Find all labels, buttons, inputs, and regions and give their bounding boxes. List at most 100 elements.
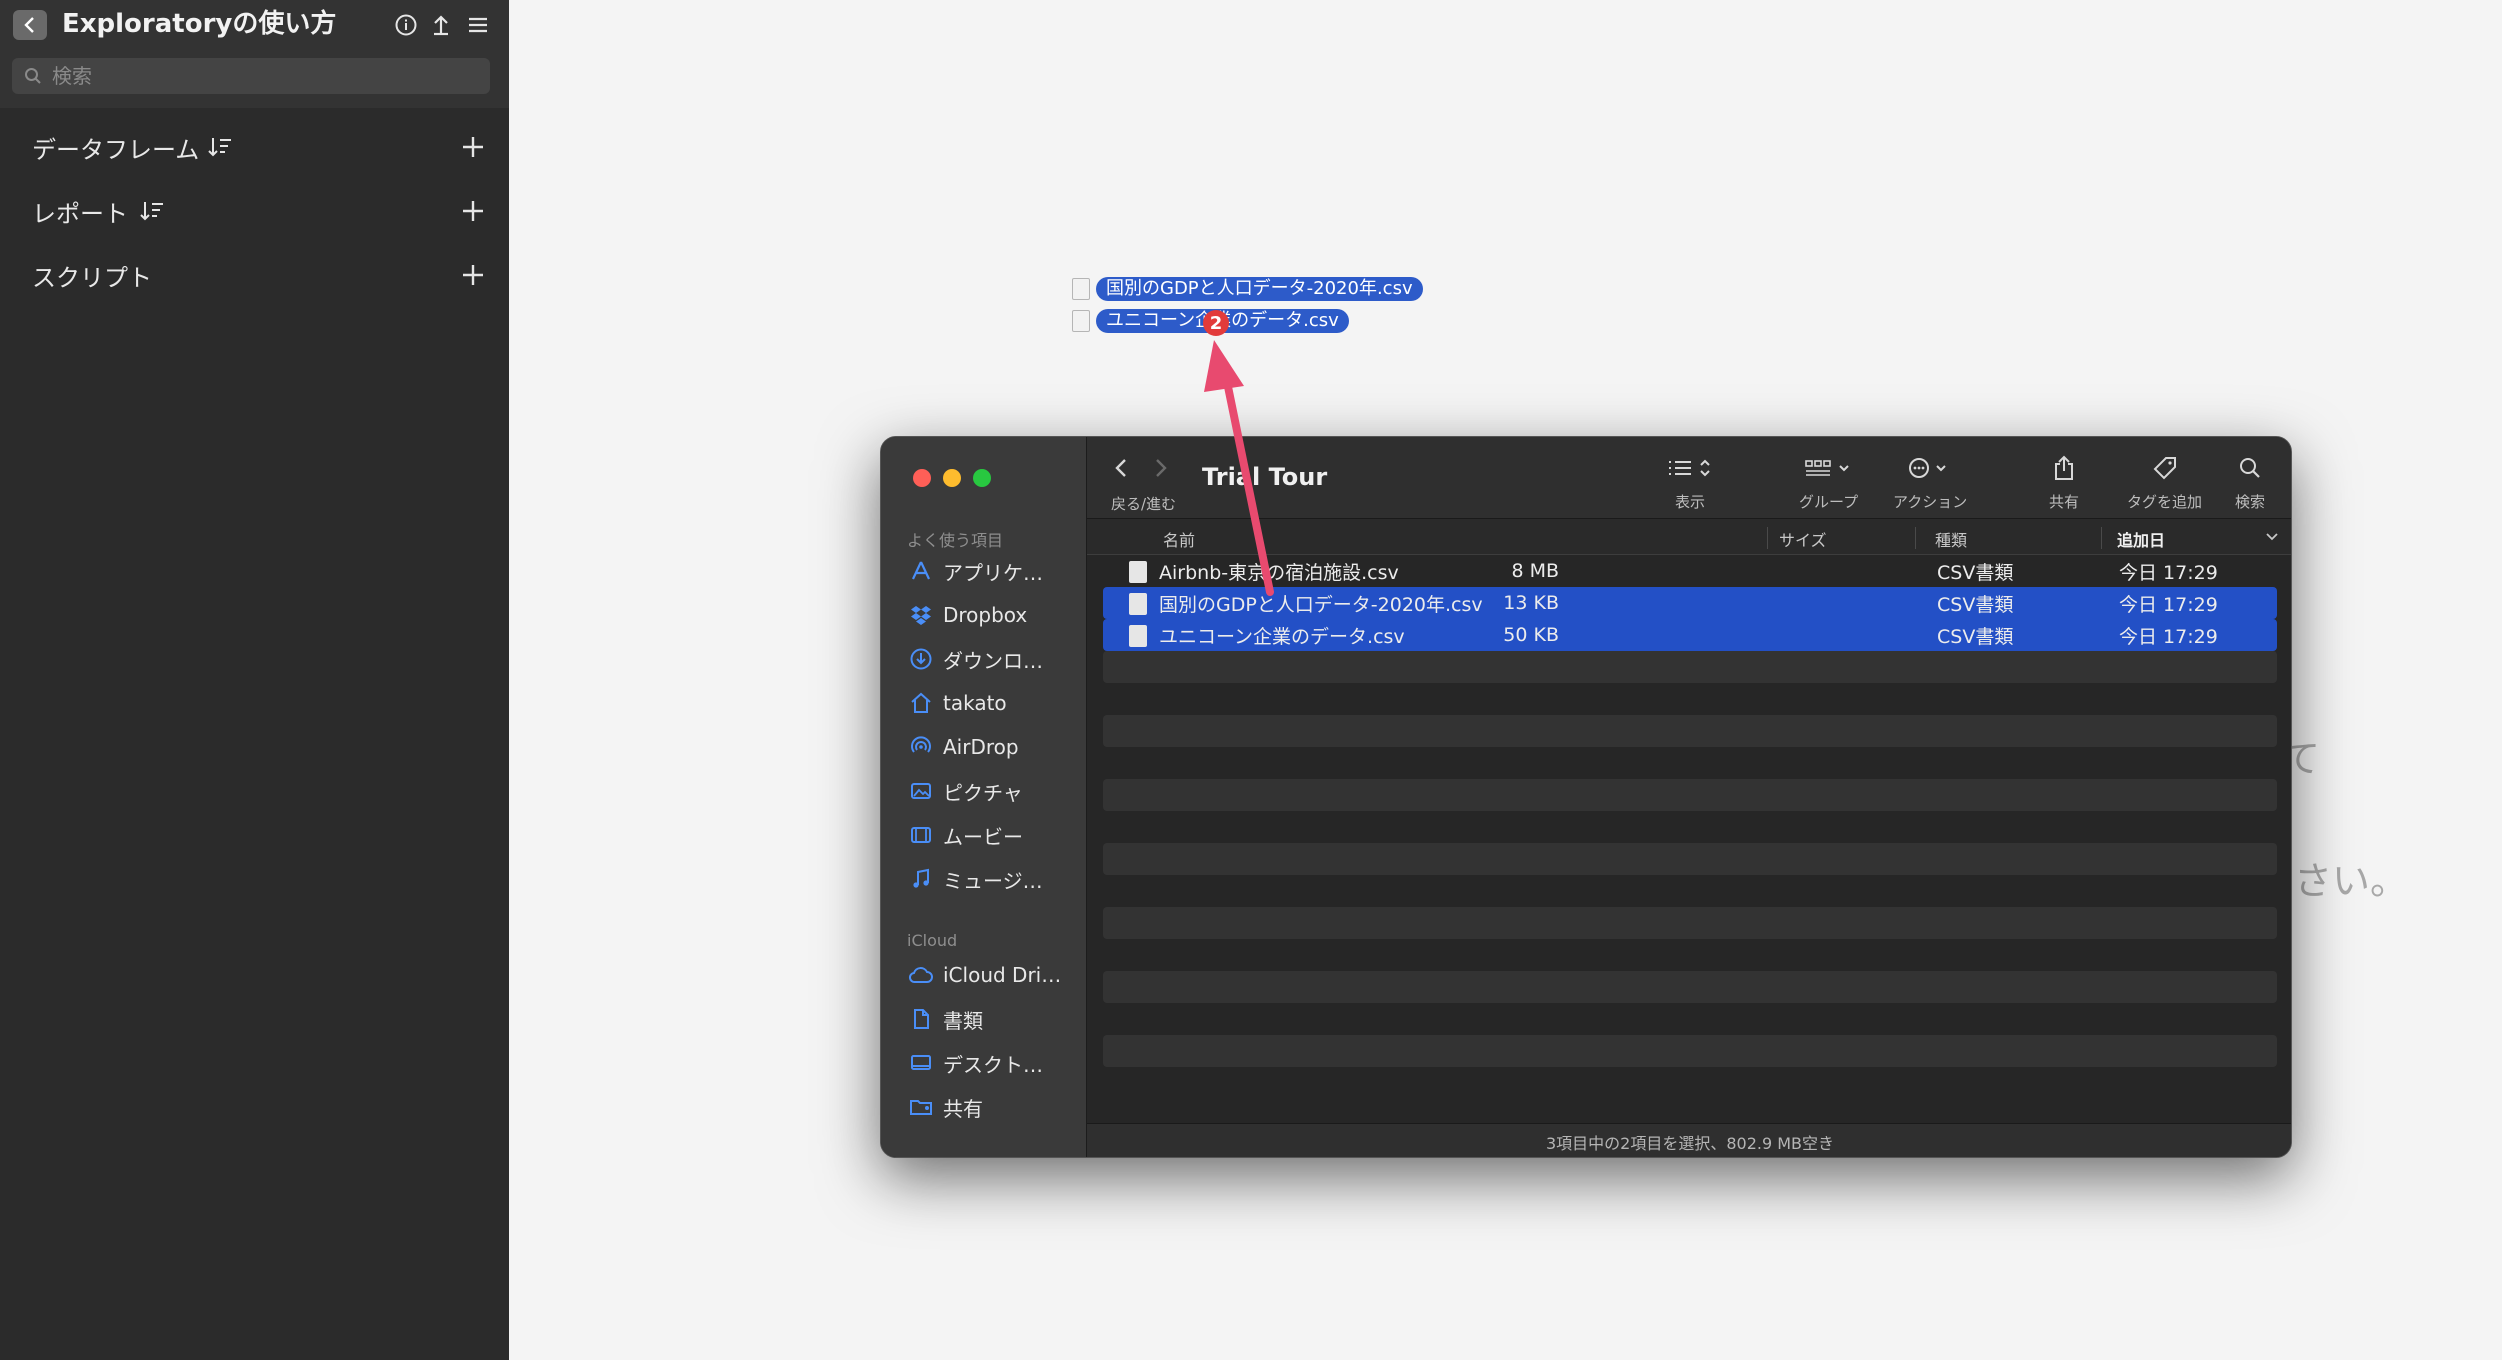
- share-label: 共有: [2049, 493, 2080, 511]
- music-icon: [913, 868, 929, 888]
- csv-file-icon: [1129, 561, 1147, 583]
- forward-arrow-icon[interactable]: [1153, 457, 1169, 479]
- column-size[interactable]: サイズ: [1779, 527, 1827, 551]
- cloud-icon: [908, 967, 933, 983]
- column-divider[interactable]: [2101, 527, 2102, 549]
- column-kind[interactable]: 種類: [1935, 527, 1967, 551]
- sidebar-item-dropbox[interactable]: Dropbox: [907, 597, 1083, 633]
- view-label: 表示: [1674, 493, 1705, 511]
- file-icon: [1072, 278, 1090, 300]
- file-size: 13 KB: [1503, 592, 1559, 614]
- csv-file-icon: [1129, 593, 1147, 615]
- back-arrow-icon[interactable]: [1113, 457, 1129, 479]
- file-row[interactable]: Airbnb-東京の宿泊施設.csv 8 MB CSV書類 今日 17:29: [1103, 555, 2277, 587]
- section-report[interactable]: レポート: [0, 186, 509, 236]
- add-tag-label: タグを追加: [2127, 493, 2203, 511]
- chevron-down-icon[interactable]: [2265, 531, 2279, 543]
- file-row-selected[interactable]: 国別のGDPと人口データ-2020年.csv 13 KB CSV書類 今日 17…: [1103, 587, 2277, 619]
- drag-count-badge: 2: [1203, 310, 1229, 336]
- column-date-added[interactable]: 追加日: [2117, 527, 2165, 551]
- share-button[interactable]: 共有: [2049, 451, 2079, 512]
- group-label: グループ: [1799, 493, 1859, 511]
- sidebar-item-label: 共有: [943, 1096, 983, 1121]
- add-report-plus-icon[interactable]: [460, 198, 486, 224]
- sidebar-item-label: デスクト…: [943, 1052, 1043, 1077]
- sidebar-item-label: takato: [943, 691, 1007, 715]
- action-label: アクション: [1893, 493, 1968, 511]
- favorites-heading: よく使う項目: [907, 531, 1004, 550]
- empty-row: [1103, 843, 2277, 875]
- sidebar-item-icloud-drive[interactable]: iCloud Dri…: [907, 957, 1083, 993]
- file-date: 今日 17:29: [2119, 625, 2218, 648]
- close-window-button[interactable]: [913, 469, 931, 487]
- group-button[interactable]: グループ: [1799, 451, 1858, 512]
- file-size: 50 KB: [1503, 624, 1559, 646]
- minimize-window-button[interactable]: [943, 469, 961, 487]
- back-button[interactable]: [13, 10, 47, 40]
- menu-button[interactable]: [465, 12, 491, 38]
- csv-file-icon: [1129, 625, 1147, 647]
- share-icon: [2055, 455, 2073, 480]
- file-date: 今日 17:29: [2119, 593, 2218, 616]
- file-kind: CSV書類: [1937, 561, 2014, 584]
- empty-row: [1103, 715, 2277, 747]
- sort-icon[interactable]: [208, 136, 232, 158]
- view-button[interactable]: 表示: [1665, 451, 1715, 512]
- action-button[interactable]: アクション: [1893, 451, 1967, 512]
- sidebar-item-label: ミュージ…: [943, 868, 1043, 893]
- sidebar-item-pictures[interactable]: ピクチャ: [907, 773, 1083, 809]
- app-title: Exploratoryの使い方: [62, 9, 337, 39]
- add-dataframe-plus-icon[interactable]: [460, 134, 486, 160]
- sidebar-item-movies[interactable]: ムービー: [907, 817, 1083, 853]
- empty-row: [1103, 1035, 2277, 1067]
- download-icon: [910, 648, 932, 670]
- sidebar-item-shared[interactable]: 共有: [907, 1089, 1083, 1125]
- file-kind: CSV書類: [1937, 625, 2014, 648]
- finder-toolbar: 戻る/進む Trial Tour 表示 グループ アクション 共有 タグを追加 …: [1087, 437, 2291, 519]
- dropbox-icon: [911, 606, 931, 625]
- section-dataframe[interactable]: データフレーム: [0, 122, 509, 172]
- upload-button[interactable]: [428, 12, 454, 38]
- sidebar-item-home[interactable]: takato: [907, 685, 1083, 721]
- file-kind: CSV書類: [1937, 593, 2014, 616]
- sidebar-item-label: 書類: [943, 1008, 983, 1033]
- more-actions-icon: [1909, 458, 1946, 478]
- finder-window: よく使う項目 アプリケ… Dropbox ダウンロ… takato AirDro…: [880, 436, 2292, 1158]
- search-box: [12, 58, 490, 94]
- sidebar-item-downloads[interactable]: ダウンロ…: [907, 641, 1083, 677]
- sidebar-item-label: ムービー: [943, 824, 1023, 849]
- column-divider[interactable]: [1767, 527, 1768, 549]
- app-header: Exploratoryの使い方: [0, 0, 509, 108]
- file-date: 今日 17:29: [2119, 561, 2218, 584]
- drag-item: 国別のGDPと人口データ-2020年.csv: [1072, 276, 1423, 302]
- hamburger-menu-icon: [469, 17, 487, 33]
- sidebar-item-desktop[interactable]: デスクト…: [907, 1045, 1083, 1081]
- icloud-heading: iCloud: [907, 931, 958, 950]
- empty-row: [1103, 971, 2277, 1003]
- zoom-window-button[interactable]: [973, 469, 991, 487]
- add-script-plus-icon[interactable]: [460, 262, 486, 288]
- sidebar-item-music[interactable]: ミュージ…: [907, 861, 1083, 897]
- sidebar-item-applications[interactable]: アプリケ…: [907, 553, 1083, 589]
- search-button[interactable]: 検索: [2235, 451, 2265, 512]
- sidebar-item-label: アプリケ…: [943, 560, 1043, 585]
- chevron-left-icon: [24, 17, 34, 33]
- sidebar-item-label: iCloud Dri…: [943, 963, 1062, 987]
- add-tag-button[interactable]: タグを追加: [2127, 451, 2202, 512]
- list-view-icon: [1669, 459, 1710, 477]
- search-input[interactable]: [52, 64, 452, 88]
- section-label: データフレーム: [32, 135, 200, 164]
- file-name: ユニコーン企業のデータ.csv: [1159, 625, 1405, 648]
- group-grid-icon: [1804, 460, 1849, 476]
- info-button[interactable]: [393, 12, 419, 38]
- sidebar-item-label: Dropbox: [943, 603, 1028, 627]
- section-script[interactable]: スクリプト: [0, 250, 509, 300]
- finder-sidebar: よく使う項目 アプリケ… Dropbox ダウンロ… takato AirDro…: [881, 437, 1087, 1157]
- file-row-selected[interactable]: ユニコーン企業のデータ.csv 50 KB CSV書類 今日 17:29: [1103, 619, 2277, 651]
- column-name[interactable]: 名前: [1163, 527, 1195, 551]
- sidebar-item-documents[interactable]: 書類: [907, 1001, 1083, 1037]
- sort-icon[interactable]: [140, 200, 164, 222]
- sidebar-item-airdrop[interactable]: AirDrop: [907, 729, 1083, 765]
- column-divider[interactable]: [1915, 527, 1916, 549]
- sidebar-item-label: ダウンロ…: [943, 648, 1043, 673]
